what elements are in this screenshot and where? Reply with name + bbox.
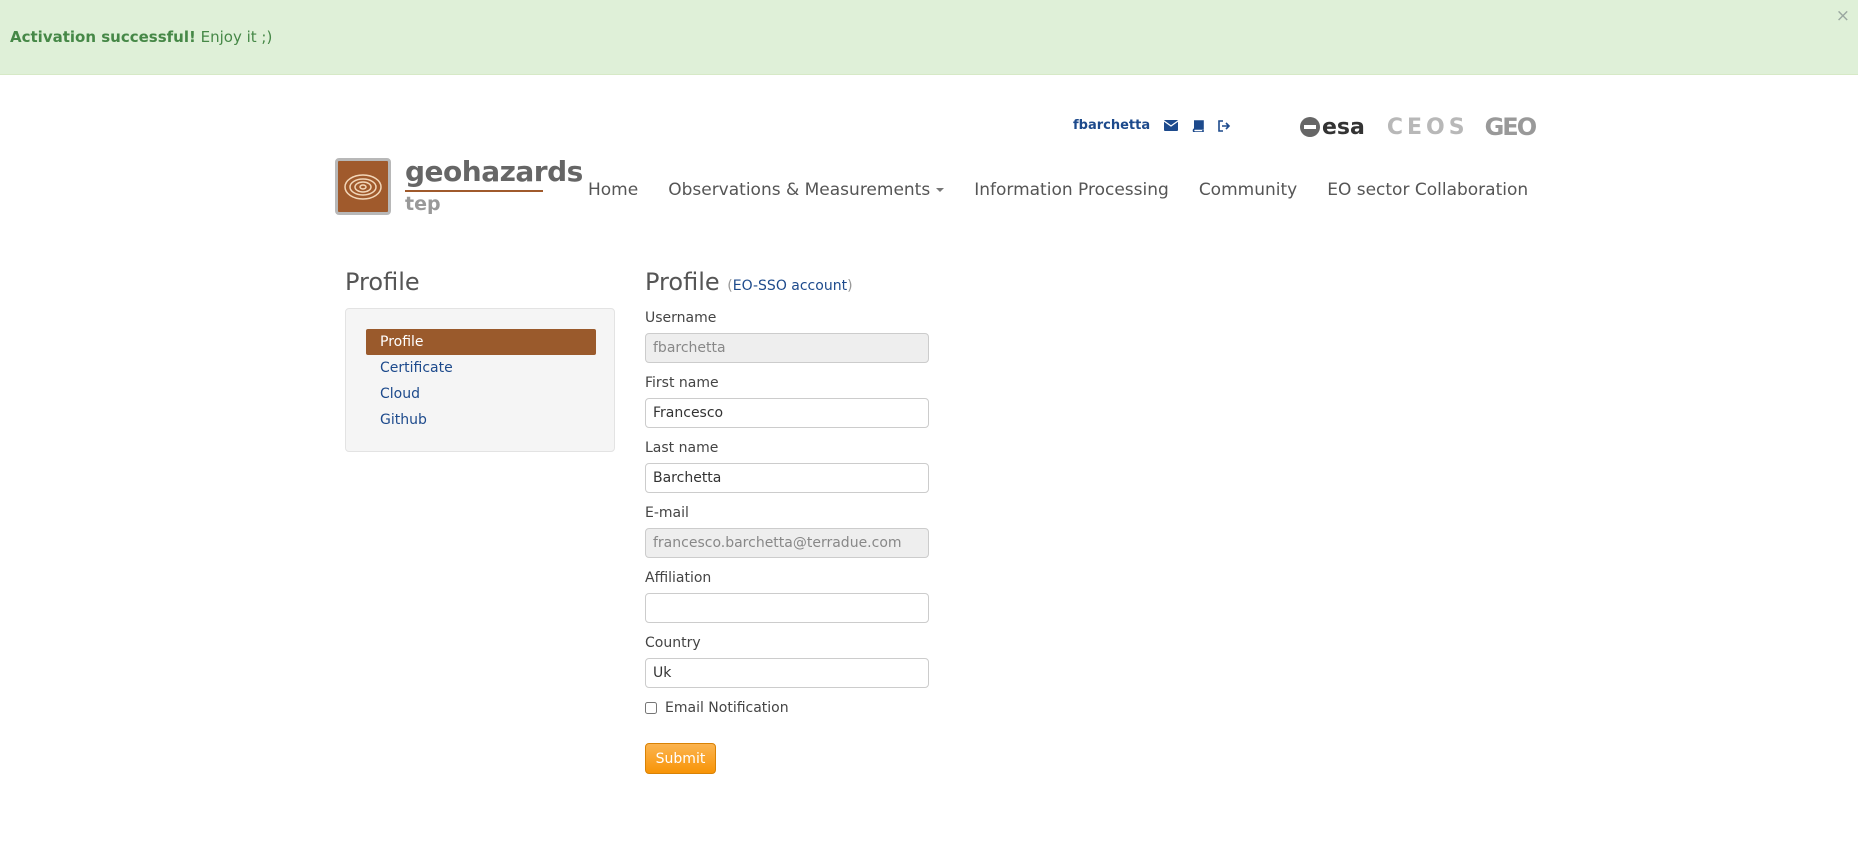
partner-logos: esa CEOS GEO: [1300, 113, 1537, 141]
username-link[interactable]: fbarchetta: [1073, 118, 1150, 133]
nav-home[interactable]: Home: [588, 180, 638, 200]
eo-sso-account-link[interactable]: EO-SSO account: [733, 278, 847, 294]
form-title-text: Profile: [645, 268, 720, 296]
esa-logo[interactable]: esa: [1300, 115, 1365, 140]
title-paren-close: ): [847, 278, 853, 294]
first-name-label: First name: [645, 375, 719, 391]
first-name-group: First name: [645, 375, 929, 428]
book-icon[interactable]: [1192, 119, 1204, 132]
profile-form: Profile (EO-SSO account) Username First …: [645, 268, 935, 774]
email-label: E-mail: [645, 505, 689, 521]
first-name-field[interactable]: [645, 398, 929, 428]
chevron-down-icon: [936, 188, 945, 192]
form-title-note: (EO-SSO account): [727, 278, 852, 294]
email-notification-checkbox[interactable]: [645, 702, 657, 714]
email-notification-row: Email Notification: [645, 700, 789, 716]
ceos-logo[interactable]: CEOS: [1387, 115, 1469, 140]
alert-close-button[interactable]: ×: [1836, 6, 1850, 26]
sidebar-item-github[interactable]: Github: [366, 407, 596, 433]
email-notification-label: Email Notification: [665, 700, 789, 716]
nav-observations-label: Observations & Measurements: [668, 180, 931, 200]
alert-text: Enjoy it ;): [195, 28, 273, 46]
last-name-group: Last name: [645, 440, 929, 493]
last-name-label: Last name: [645, 440, 719, 456]
esa-emblem-icon: [1300, 117, 1320, 137]
affiliation-label: Affiliation: [645, 570, 712, 586]
nav-information-processing[interactable]: Information Processing: [974, 180, 1169, 200]
alert-message: Activation successful! Enjoy it ;): [10, 28, 272, 46]
logo-divider: [405, 190, 543, 192]
country-group: Country: [645, 635, 929, 688]
email-group: E-mail: [645, 505, 929, 558]
submit-button[interactable]: Submit: [645, 743, 716, 774]
sidebar-item-cloud[interactable]: Cloud: [366, 381, 596, 407]
logo-subtitle: tep: [405, 193, 441, 215]
username-field[interactable]: [645, 333, 929, 363]
username-label: Username: [645, 310, 717, 326]
sidebar-item-certificate[interactable]: Certificate: [366, 355, 596, 381]
envelope-icon[interactable]: [1164, 120, 1179, 131]
form-title: Profile (EO-SSO account): [645, 268, 935, 296]
esa-logo-text: esa: [1322, 114, 1365, 140]
sidebar-item-profile[interactable]: Profile: [366, 329, 596, 355]
nav-observations[interactable]: Observations & Measurements: [668, 180, 945, 200]
country-label: Country: [645, 635, 701, 651]
affiliation-group: Affiliation: [645, 570, 929, 623]
sidebar-menu: Profile Certificate Cloud Github: [345, 308, 615, 452]
geo-logo[interactable]: GEO: [1485, 113, 1537, 141]
nav-community[interactable]: Community: [1199, 180, 1297, 200]
main-nav: Home Observations & Measurements Informa…: [588, 180, 1558, 200]
username-group: Username: [645, 310, 929, 363]
country-field[interactable]: [645, 658, 929, 688]
user-bar: fbarchetta: [1073, 118, 1231, 133]
alert-strong: Activation successful!: [10, 28, 196, 46]
geohazards-logo-icon[interactable]: [335, 158, 391, 215]
affiliation-field[interactable]: [645, 593, 929, 623]
sign-out-icon[interactable]: [1218, 119, 1231, 132]
logo-title[interactable]: geohazards: [405, 155, 583, 188]
email-field[interactable]: [645, 528, 929, 558]
sidebar-title: Profile: [345, 268, 420, 296]
last-name-field[interactable]: [645, 463, 929, 493]
nav-eo-sector-collaboration[interactable]: EO sector Collaboration: [1327, 180, 1528, 200]
activation-alert: Activation successful! Enjoy it ;) ×: [0, 0, 1858, 75]
